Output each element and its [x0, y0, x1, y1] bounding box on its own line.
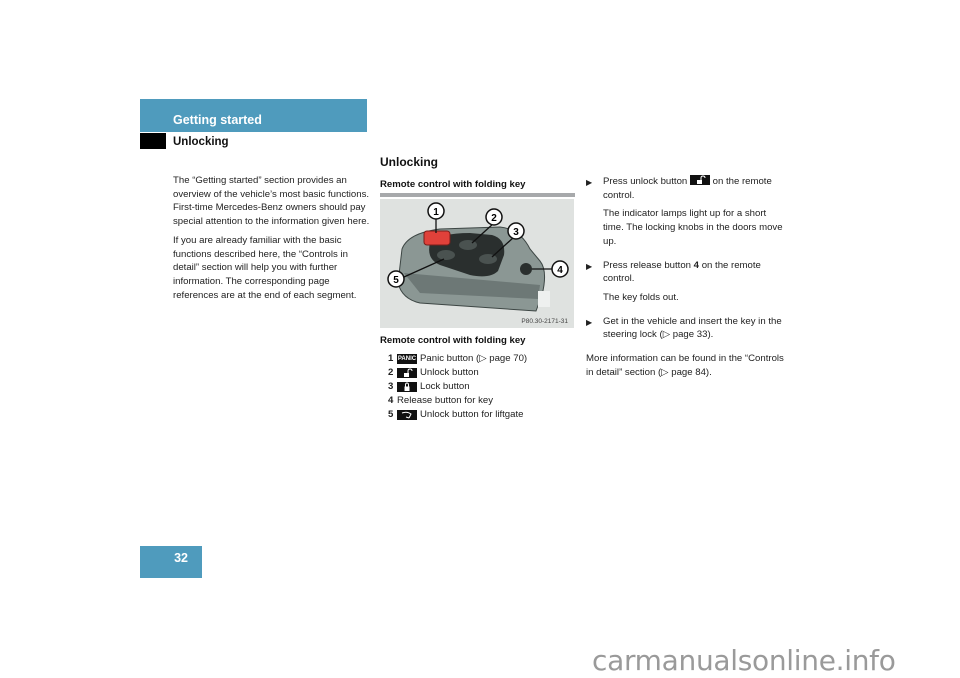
intro-paragraph: If you are already familiar with the bas… — [173, 234, 357, 301]
main-column: Unlocking Remote control with folding ke… — [380, 155, 575, 197]
legend-number: 5 — [388, 409, 394, 420]
legend-label: Unlock button for liftgate — [420, 409, 524, 420]
legend-number: 3 — [388, 381, 394, 392]
instructions-column: ▶ Press unlock button on the remote cont… — [586, 175, 786, 379]
section-marker — [140, 133, 166, 149]
legend-number: 4 — [388, 395, 394, 406]
lock-icon — [397, 382, 417, 392]
intro-paragraph: The “Getting started” section provides a… — [173, 175, 370, 228]
step-note: The key folds out. — [603, 291, 679, 303]
step-reference-number: 4 — [693, 259, 700, 271]
callout-3-label: 3 — [513, 227, 519, 238]
figure-legend: 1 PANIC Panic button (▷ page 70) 2 Unloc… — [388, 352, 527, 422]
legend-number: 1 — [388, 353, 394, 364]
legend-item: 4 Release button for key — [388, 394, 527, 408]
bullet-arrow-icon: ▶ — [586, 178, 593, 187]
unlock-icon — [689, 175, 710, 185]
callout-2-label: 2 — [491, 213, 497, 224]
legend-number: 2 — [388, 367, 394, 378]
key-blade-slot — [538, 291, 550, 307]
panic-button-shape — [423, 230, 451, 246]
step-text: Press unlock button — [603, 176, 688, 187]
legend-item: 5 Unlock button for liftgate — [388, 408, 527, 422]
bullet-arrow-icon: ▶ — [586, 317, 593, 327]
liftgate-icon — [397, 410, 417, 420]
bullet-arrow-icon: ▶ — [586, 261, 593, 271]
legend-label: Release button for key — [397, 395, 493, 406]
section-heading: Unlocking — [380, 155, 439, 169]
step-item: ▶ Press unlock button on the remote cont… — [586, 175, 786, 254]
chapter-title: Getting started — [173, 113, 262, 127]
section-label: Unlocking — [173, 136, 229, 148]
legend-label: Unlock button — [420, 367, 479, 378]
chapter-header-bar: Getting started — [140, 99, 367, 132]
unlock-icon — [397, 368, 417, 378]
page-number-box: 32 — [140, 546, 202, 578]
watermark: carmanualsonline.info — [592, 644, 896, 677]
legend-item: 3 Lock button — [388, 380, 527, 394]
intro-text: The “Getting started” section provides a… — [173, 174, 373, 307]
step-text: Get in the vehicle and insert the key in… — [603, 315, 782, 341]
legend-label: Panic button (▷ page 70) — [420, 353, 528, 364]
legend-item: 1 PANIC Panic button (▷ page 70) — [388, 352, 527, 366]
more-info-text: More information can be found in the “Co… — [586, 353, 784, 378]
remote-control-figure: 1 2 3 4 5 P80.30-2171-31 — [380, 199, 574, 328]
panic-icon: PANIC — [397, 354, 417, 364]
liftgate-button-shape — [437, 250, 455, 260]
step-item: ▶ Get in the vehicle and insert the key … — [586, 315, 786, 347]
figure-code: P80.30-2171-31 — [521, 318, 568, 325]
step-text: Press release button — [603, 259, 691, 271]
legend-item: 2 Unlock button — [388, 366, 527, 380]
page-number: 32 — [174, 551, 188, 565]
remote-key-illustration: 1 2 3 4 5 — [387, 202, 569, 312]
callout-5-label: 5 — [393, 275, 399, 286]
step-note: The indicator lamps light up for a short… — [603, 208, 783, 247]
callout-1-label: 1 — [433, 207, 439, 218]
callout-4-label: 4 — [557, 265, 563, 276]
subheading: Remote control with folding key — [380, 179, 575, 197]
legend-label: Lock button — [420, 381, 470, 392]
release-button-shape — [520, 263, 532, 275]
figure-caption: Remote control with folding key — [380, 335, 526, 346]
step-item: ▶ Press release button 4 on the remote c… — [586, 259, 786, 310]
